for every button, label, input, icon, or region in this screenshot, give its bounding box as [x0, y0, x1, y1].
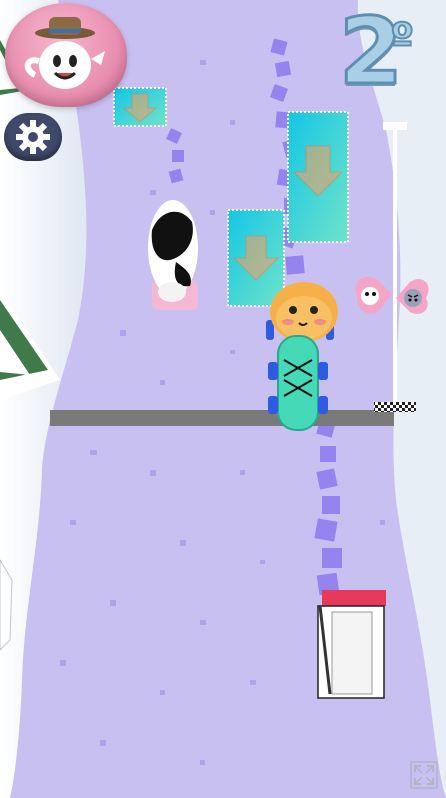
- race-position-suffix: º: [389, 13, 415, 64]
- player-avatar-button[interactable]: [5, 3, 127, 107]
- teapot-with-hat-icon: [24, 17, 105, 89]
- boost-pad: [287, 111, 349, 243]
- checkered-flag-icon: [374, 402, 416, 412]
- settings-button[interactable]: [4, 113, 62, 161]
- boost-pad: [227, 209, 285, 307]
- cow-rival-racer: [148, 200, 198, 310]
- fullscreen-expand-icon: [410, 761, 438, 789]
- race-position: 2 º: [326, 0, 416, 112]
- gear-icon: [16, 120, 50, 154]
- race-gate: [317, 590, 386, 699]
- game-scene: [0, 0, 446, 798]
- fullscreen-button[interactable]: [410, 761, 438, 789]
- start-line: [50, 410, 394, 426]
